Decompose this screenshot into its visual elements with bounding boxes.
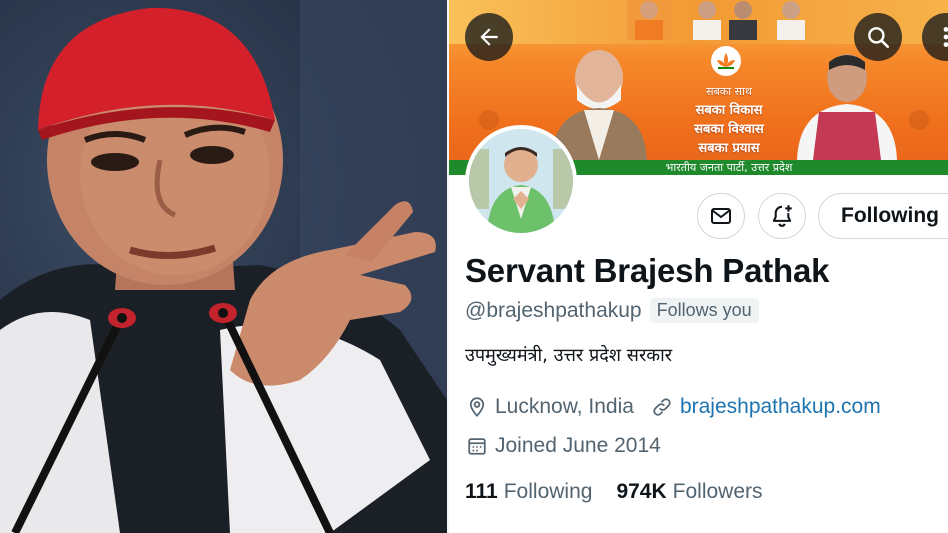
politician-photo [0,0,447,533]
location-website-row: Lucknow, India brajeshpathakup.com [465,395,881,419]
search-icon [868,27,890,49]
following-count: 111 [465,480,498,503]
follows-you-badge: Follows you [649,298,759,323]
user-handle: @brajeshpathakup [465,298,642,322]
link-icon [650,395,674,419]
banner-slogan: सबका विश्वास [694,122,764,137]
more-vertical-icon [943,27,948,47]
follow-stats: 111 Following 974K Followers [465,480,787,504]
search-button[interactable] [854,13,902,61]
handle-row: @brajeshpathakup Follows you [465,298,759,323]
avatar-image [469,129,573,233]
notifications-button[interactable] [758,193,806,239]
arrow-left-icon [480,28,498,46]
banner-slogan: सबका साथ [706,85,752,98]
joined-date: Joined June 2014 [495,434,661,457]
banner-slogan: सबका प्रयास [698,141,760,156]
politician-photo-illustration [0,0,447,533]
followers-stat-link[interactable]: 974K Followers [616,480,762,504]
followers-label: Followers [672,480,763,503]
message-button[interactable] [697,193,745,239]
following-button[interactable]: Following [818,193,948,239]
mail-icon [711,208,731,224]
bell-plus-icon [772,205,792,227]
banner-caption: भारतीय जनता पार्टी, उत्तर प्रदेश [665,161,793,174]
display-name: Servant Brajesh Pathak [465,252,830,289]
joined-row: Joined June 2014 [465,434,661,458]
profile-location: Lucknow, India [495,395,634,418]
back-button[interactable] [465,13,513,61]
calendar-icon [465,434,489,458]
following-label: Following [503,480,593,503]
banner-slogans: सबका साथ सबका विकास सबका विश्वास सबका प्… [659,82,799,158]
twitter-profile: सबका साथ सबका विकास सबका विश्वास सबका प्… [449,0,948,533]
profile-avatar[interactable] [465,125,577,237]
following-stat-link[interactable]: 111 Following [465,480,592,504]
banner-slogan: सबका विकास [695,103,763,118]
screenshot-collage: सबका साथ सबका विकास सबका विश्वास सबका प्… [0,0,948,533]
followers-count: 974K [616,480,667,503]
bjp-lotus-logo [711,46,741,76]
profile-website-link[interactable]: brajeshpathakup.com [680,395,881,419]
location-pin-icon [465,395,489,419]
profile-bio: उपमुख्यमंत्री, उत्तर प्रदेश सरकार [465,345,673,366]
